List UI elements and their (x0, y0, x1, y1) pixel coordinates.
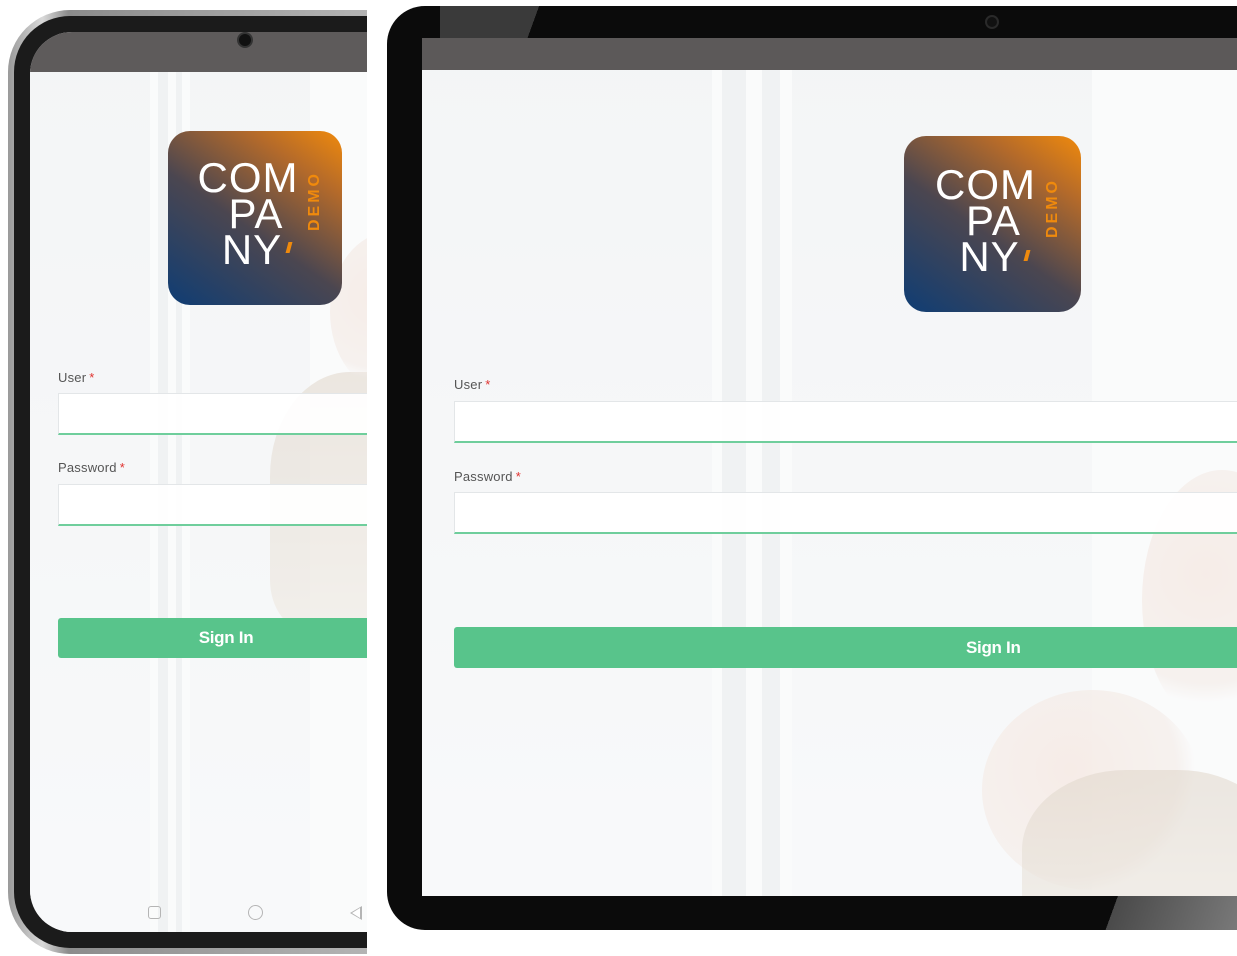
password-label: Password * (454, 469, 521, 484)
user-label: User * (454, 377, 491, 392)
tablet-screen: COM PA NY DEMO User * Password * Sign In (422, 38, 1237, 896)
logo-text-line3: NY (221, 226, 283, 273)
logo-text-line3: NY (959, 233, 1020, 280)
tablet-background-photo (422, 70, 1237, 896)
phone-camera (237, 32, 253, 48)
sign-in-button[interactable]: Sign In (454, 627, 1237, 668)
phone-bezel: COM PA NY DEMO User * Password * Sign In (14, 16, 367, 948)
logo-demo-badge: DEMO (1044, 178, 1061, 238)
password-label: Password * (58, 460, 125, 475)
company-demo-logo: COM PA NY DEMO (904, 136, 1081, 312)
company-demo-logo: COM PA NY DEMO (168, 131, 342, 305)
password-input[interactable] (454, 492, 1237, 534)
phone-device: COM PA NY DEMO User * Password * Sign In (0, 0, 367, 956)
phone-status-bar (30, 32, 367, 72)
tablet-frame-highlight-bottom (1080, 896, 1237, 930)
user-label: User * (58, 370, 95, 385)
logo-demo-badge: DEMO (306, 171, 323, 231)
user-input[interactable] (454, 401, 1237, 443)
tablet-status-bar (422, 38, 1237, 70)
device-showcase: COM PA NY DEMO User* Password* Sign In (0, 0, 1237, 956)
password-input[interactable] (58, 484, 367, 526)
phone-frame: COM PA NY DEMO User * Password * Sign In (8, 10, 367, 954)
tablet-frame-highlight-top (440, 6, 570, 38)
sign-in-button[interactable]: Sign In (58, 618, 367, 658)
recent-apps-icon[interactable] (148, 906, 161, 919)
tablet-camera (985, 15, 999, 29)
phone-screen: COM PA NY DEMO User * Password * Sign In (30, 32, 367, 932)
back-icon[interactable] (350, 906, 362, 920)
home-icon[interactable] (248, 905, 263, 920)
user-input[interactable] (58, 393, 367, 435)
